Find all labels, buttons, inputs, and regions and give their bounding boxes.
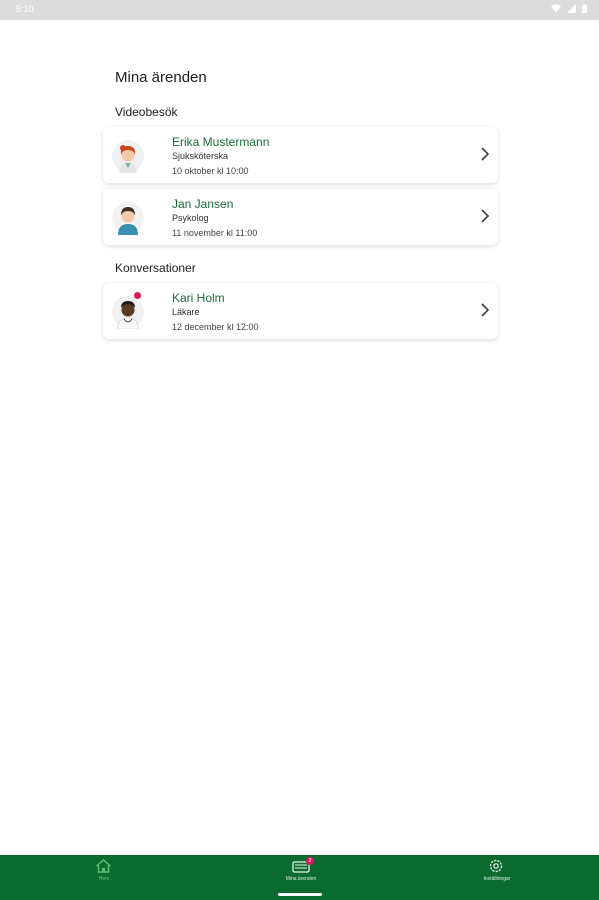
avatar bbox=[111, 295, 145, 329]
avatar bbox=[111, 139, 145, 173]
page-title: Mina ärenden bbox=[115, 69, 207, 86]
nav-label: Hem bbox=[98, 876, 110, 882]
nav-item-hem[interactable]: Hem bbox=[64, 855, 144, 900]
appointment-date: 12 december kl 12:00 bbox=[172, 322, 259, 332]
chevron-right-icon bbox=[480, 147, 490, 166]
appointment-date: 11 november kl 11:00 bbox=[172, 228, 258, 238]
nav-item-installningar[interactable]: Inställningar bbox=[457, 855, 537, 900]
notification-badge: 2 bbox=[306, 857, 314, 865]
contact-role: Sjuksköterska bbox=[172, 151, 229, 161]
section-title-konversationer: Konversationer bbox=[115, 261, 196, 275]
unread-badge bbox=[134, 292, 141, 299]
contact-name: Kari Holm bbox=[172, 291, 225, 305]
list-item[interactable]: Erika Mustermann Sjuksköterska 10 oktobe… bbox=[103, 127, 498, 183]
status-time: 5:10 bbox=[16, 4, 34, 14]
battery-icon bbox=[582, 4, 587, 13]
status-icons bbox=[551, 4, 587, 13]
contact-role: Psykolog bbox=[172, 213, 209, 223]
appointment-date: 10 oktober kl 10:00 bbox=[172, 166, 249, 176]
nav-label: Mina ärenden bbox=[285, 876, 317, 882]
active-tab-indicator bbox=[278, 893, 322, 896]
list-item[interactable]: Jan Jansen Psykolog 11 november kl 11:00 bbox=[103, 189, 498, 245]
chevron-right-icon bbox=[480, 303, 490, 322]
wifi-icon bbox=[551, 4, 561, 13]
contact-role: Läkare bbox=[172, 307, 200, 317]
avatar bbox=[111, 201, 145, 235]
status-bar: 5:10 bbox=[0, 0, 599, 20]
section-title-videobesok: Videobesök bbox=[115, 105, 178, 119]
nav-label: Inställningar bbox=[483, 876, 511, 882]
contact-name: Erika Mustermann bbox=[172, 135, 270, 149]
chevron-right-icon bbox=[480, 209, 490, 228]
signal-icon bbox=[567, 4, 576, 13]
list-item[interactable]: Kari Holm Läkare 12 december kl 12:00 bbox=[103, 283, 498, 339]
contact-name: Jan Jansen bbox=[172, 197, 234, 211]
